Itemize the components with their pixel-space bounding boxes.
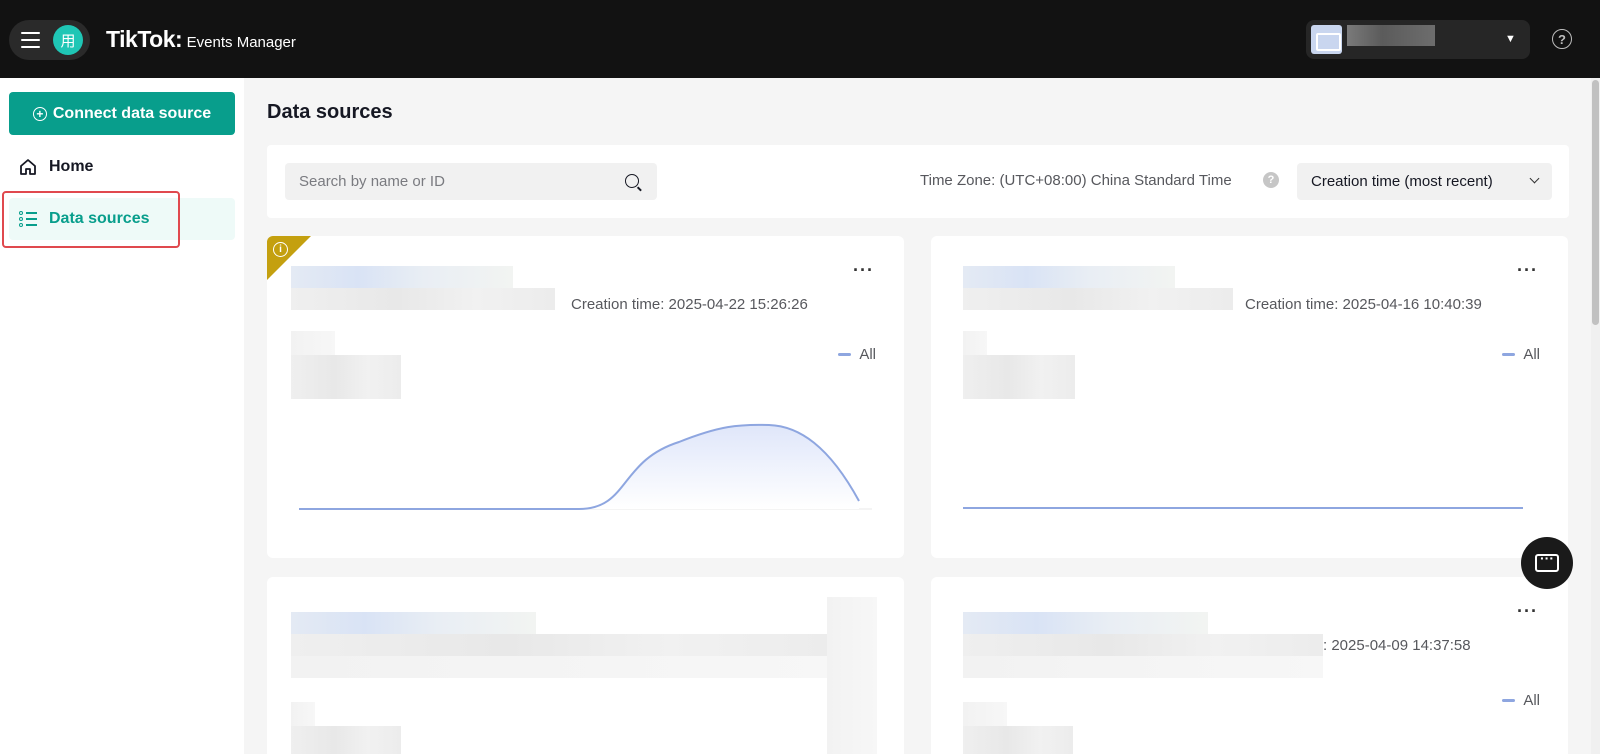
page-scrollbar[interactable] <box>1591 78 1600 754</box>
timezone-label: Time Zone: (UTC+08:00) China Standard Ti… <box>920 172 1232 189</box>
info-warning-icon[interactable]: i <box>273 242 288 257</box>
source-id-redacted <box>963 634 1323 656</box>
highlight-outline <box>2 191 180 248</box>
user-avatar[interactable]: 用 <box>53 25 83 55</box>
data-source-card[interactable]: ··· Creation time: 2025-04-16 10:40:39 A… <box>931 236 1568 558</box>
product-name: Events Manager <box>186 34 296 51</box>
creation-time: : 2025-04-09 14:37:58 <box>1323 637 1471 654</box>
legend-swatch <box>1502 353 1516 356</box>
chat-support-button[interactable] <box>1521 537 1573 589</box>
home-icon <box>20 159 36 175</box>
menu-toggle[interactable]: 用 <box>9 20 90 60</box>
brand-logo[interactable]: TikTok : Events Manager <box>106 26 296 53</box>
source-name-redacted <box>963 266 1175 288</box>
hamburger-icon[interactable] <box>21 32 40 48</box>
metric-label-redacted <box>291 331 335 355</box>
metric-value-redacted <box>291 726 401 754</box>
search-icon[interactable] <box>625 174 639 188</box>
blurred-region <box>827 597 877 754</box>
metric-value-redacted <box>963 726 1073 754</box>
legend-label: All <box>1523 692 1540 709</box>
legend-label: All <box>1523 346 1540 363</box>
sidebar-item-label: Home <box>49 158 94 175</box>
more-options-icon[interactable]: ··· <box>1517 260 1538 281</box>
metric-label-redacted <box>963 331 987 355</box>
sort-select[interactable]: Creation time (most recent) <box>1297 163 1552 200</box>
metric-label-redacted <box>963 702 1007 726</box>
source-id-redacted <box>963 288 1233 310</box>
metric-value-redacted <box>291 355 401 399</box>
chat-icon <box>1535 550 1559 572</box>
chart-legend: All <box>1502 346 1540 363</box>
data-source-card[interactable]: ··· : 2025-04-09 14:37:58 All <box>931 577 1568 754</box>
sidebar-item-home[interactable]: Home <box>9 146 235 188</box>
data-source-card[interactable]: i ··· Creation time: 2025-04-22 15:26:26… <box>267 236 904 558</box>
source-name-redacted <box>291 612 536 634</box>
activity-chart <box>963 507 1523 509</box>
top-bar: 用 TikTok : Events Manager ▼ ? <box>0 0 1600 78</box>
legend-label: All <box>859 346 876 363</box>
filter-toolbar: Time Zone: (UTC+08:00) China Standard Ti… <box>267 145 1569 218</box>
source-detail-redacted <box>963 656 1323 678</box>
chevron-down-icon <box>1529 173 1540 184</box>
more-options-icon[interactable]: ··· <box>1517 601 1538 622</box>
sort-selected-value: Creation time (most recent) <box>1311 173 1493 190</box>
help-icon[interactable]: ? <box>1552 29 1572 49</box>
page-title: Data sources <box>267 101 393 123</box>
account-switcher[interactable]: ▼ <box>1306 20 1530 59</box>
metric-value-redacted <box>963 355 1075 399</box>
connect-label: Connect data source <box>52 104 212 122</box>
search-box <box>285 163 657 200</box>
sidebar: + Connect data source Home Data sources <box>0 78 244 754</box>
legend-swatch <box>1502 699 1516 702</box>
activity-chart <box>299 423 872 510</box>
chevron-down-icon: ▼ <box>1505 33 1516 45</box>
more-options-icon[interactable]: ··· <box>853 260 874 281</box>
source-name-redacted <box>963 612 1208 634</box>
data-source-card[interactable] <box>267 577 904 754</box>
chart-legend: All <box>838 346 876 363</box>
creation-time: Creation time: 2025-04-16 10:40:39 <box>1245 296 1482 313</box>
source-id-redacted <box>291 634 831 656</box>
source-name-redacted <box>291 266 513 288</box>
creation-time: Creation time: 2025-04-22 15:26:26 <box>571 296 808 313</box>
timezone-help-icon[interactable]: ? <box>1263 172 1279 188</box>
source-detail-redacted <box>291 656 831 678</box>
plus-circle-icon: + <box>32 106 47 121</box>
scrollbar-thumb[interactable] <box>1592 80 1599 325</box>
search-input[interactable] <box>285 163 615 200</box>
connect-data-source-button[interactable]: + Connect data source <box>9 92 235 135</box>
legend-swatch <box>838 353 852 356</box>
account-card-icon <box>1311 25 1342 54</box>
tiktok-mark: : <box>175 26 183 52</box>
metric-label-redacted <box>291 702 315 726</box>
chart-area <box>299 424 859 509</box>
source-id-redacted <box>291 288 555 310</box>
chart-legend: All <box>1502 692 1540 709</box>
tiktok-wordmark: TikTok <box>106 26 176 52</box>
account-name-redacted <box>1347 25 1435 46</box>
